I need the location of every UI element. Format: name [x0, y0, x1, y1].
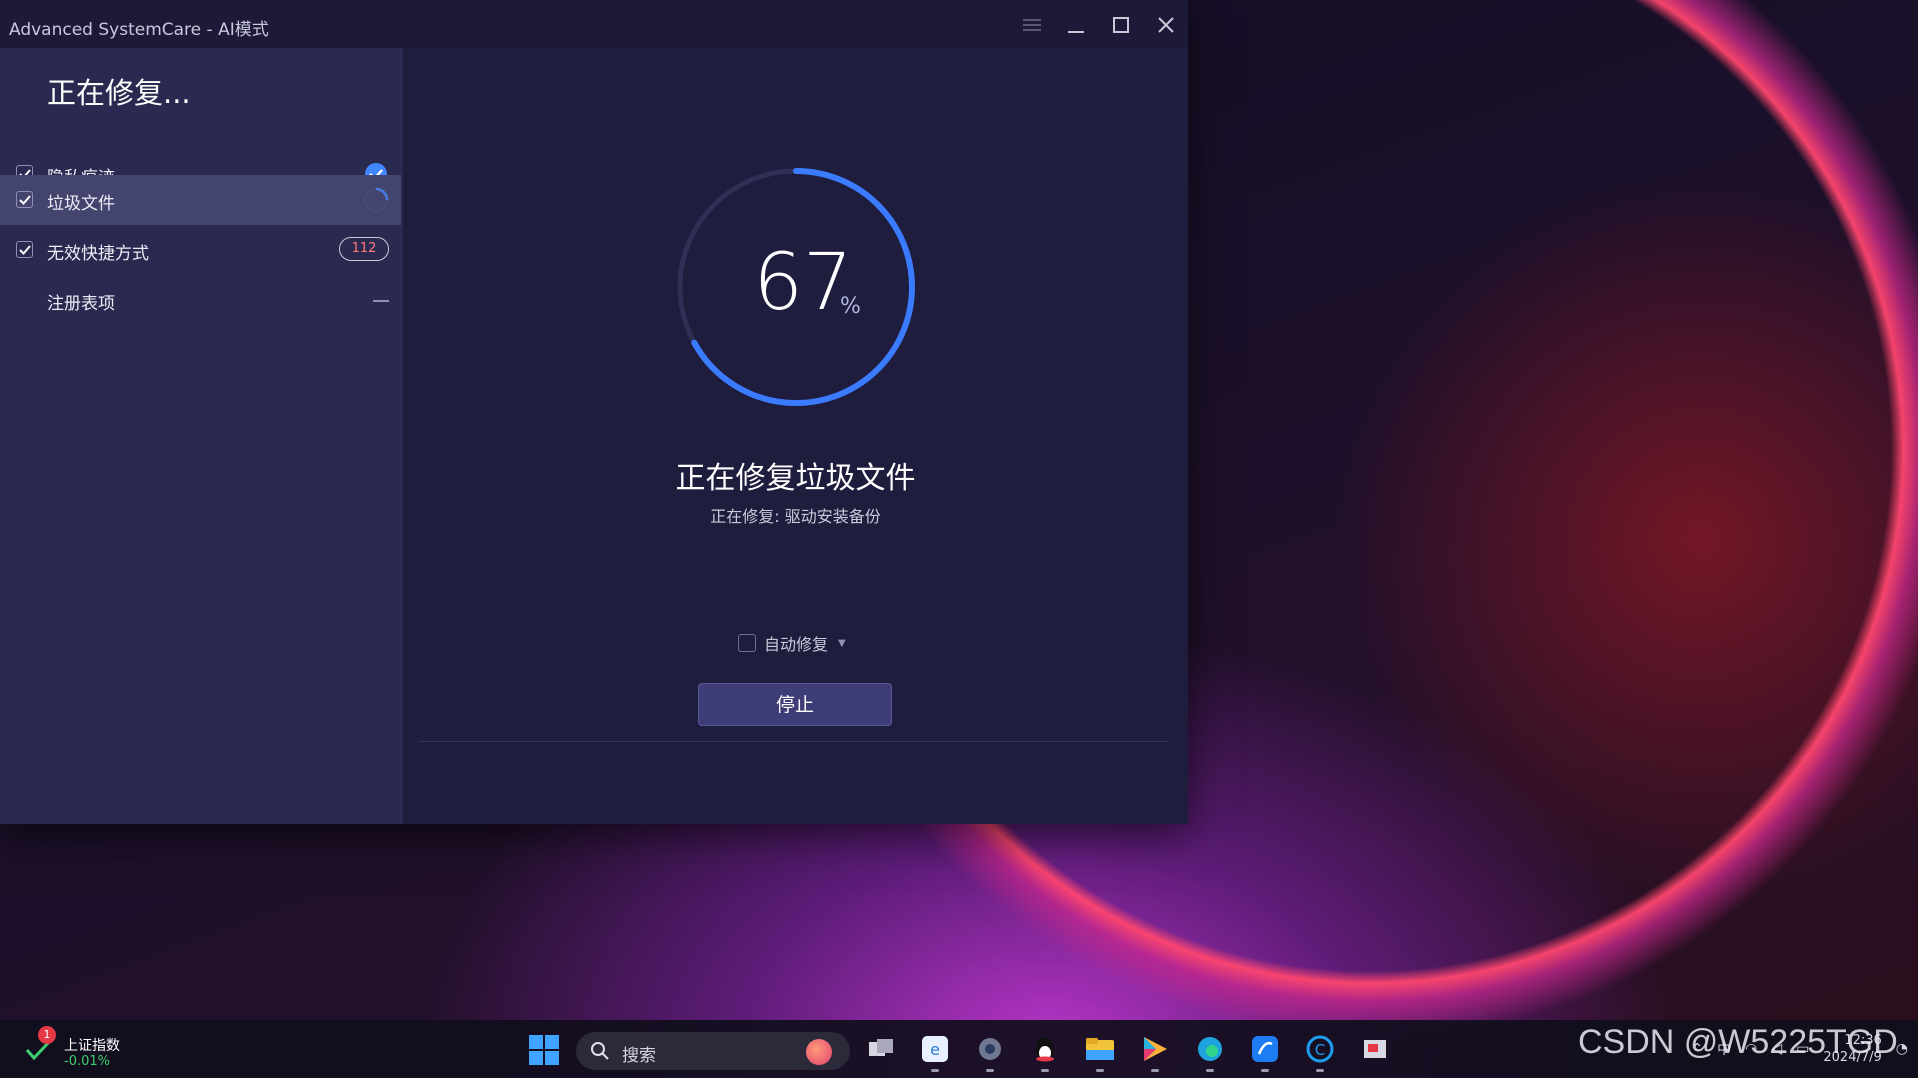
watermark: CSDN @W5225TGD	[1578, 1023, 1898, 1061]
minimize-icon[interactable]	[1058, 8, 1094, 42]
task-view-icon[interactable]	[864, 1032, 898, 1066]
svg-text:C: C	[1315, 1041, 1325, 1059]
auto-fix-toggle[interactable]: 自动修复 ▼	[738, 631, 846, 655]
stock-name: 上证指数	[64, 1038, 120, 1054]
badge-value: 112	[339, 237, 389, 261]
windows-start-icon[interactable]	[528, 1034, 560, 1066]
dash-icon	[373, 287, 389, 306]
sidebar-item-registry[interactable]: 注册表项	[0, 275, 401, 325]
svg-text:e: e	[930, 1040, 940, 1059]
file-explorer-icon[interactable]	[1083, 1032, 1117, 1072]
stock-change: -0.01%	[64, 1054, 110, 1069]
qq-icon[interactable]	[1028, 1032, 1062, 1072]
search-highlight-icon	[806, 1039, 832, 1065]
status-subtitle: 正在修复: 驱动安装备份	[710, 507, 881, 526]
sidebar-item-label: 无效快捷方式	[47, 244, 149, 264]
spinner-icon	[363, 187, 389, 217]
title-bar: Advanced SystemCare - AI模式	[0, 0, 1188, 48]
count-badge: 112	[339, 237, 389, 261]
ccleaner-icon[interactable]: C	[1303, 1032, 1337, 1072]
maximize-icon[interactable]	[1103, 8, 1139, 42]
progress-unit: %	[840, 294, 861, 319]
search-icon	[591, 1042, 609, 1060]
menu-icon[interactable]	[1014, 8, 1050, 42]
sidebar-item-label: 垃圾文件	[47, 194, 115, 214]
status-title: 正在修复垃圾文件	[675, 461, 916, 496]
window-title: Advanced SystemCare - AI模式	[9, 20, 269, 40]
media-player-icon[interactable]	[1138, 1032, 1172, 1072]
sidebar-heading: 正在修复...	[47, 76, 191, 110]
notification-badge: 1	[38, 1026, 56, 1044]
taskbar-search[interactable]: 搜索	[576, 1032, 850, 1070]
app-icon[interactable]	[1248, 1032, 1282, 1072]
snipping-icon[interactable]	[1358, 1032, 1392, 1066]
auto-fix-label: 自动修复	[764, 635, 829, 654]
sidebar: 正在修复... 隐私痕迹 垃圾文件 无效快捷方式	[0, 48, 403, 824]
main-panel: 67 % 正在修复垃圾文件 正在修复: 驱动安装备份 自动修复 ▼ 停止	[403, 48, 1188, 824]
sidebar-item-label: 注册表项	[47, 294, 115, 314]
sidebar-item-junk-files[interactable]: 垃圾文件	[0, 175, 401, 225]
sidebar-item-invalid-shortcuts[interactable]: 无效快捷方式 112	[0, 225, 401, 275]
browser-icon[interactable]: e	[918, 1032, 952, 1072]
checkbox-icon[interactable]	[16, 241, 33, 258]
chevron-down-icon[interactable]: ▼	[838, 638, 846, 649]
stop-button[interactable]: 停止	[698, 683, 892, 726]
checkbox-icon[interactable]	[738, 634, 756, 652]
stock-widget[interactable]: 1 上证指数 -0.01%	[24, 1026, 164, 1072]
settings-icon[interactable]	[973, 1032, 1007, 1072]
close-icon[interactable]	[1148, 8, 1184, 42]
search-placeholder: 搜索	[622, 1046, 656, 1066]
divider	[418, 741, 1169, 742]
app-window: Advanced SystemCare - AI模式 正在修复... 隐私痕迹	[0, 0, 1188, 824]
edge-icon[interactable]	[1193, 1032, 1227, 1072]
checkbox-icon[interactable]	[16, 191, 33, 208]
